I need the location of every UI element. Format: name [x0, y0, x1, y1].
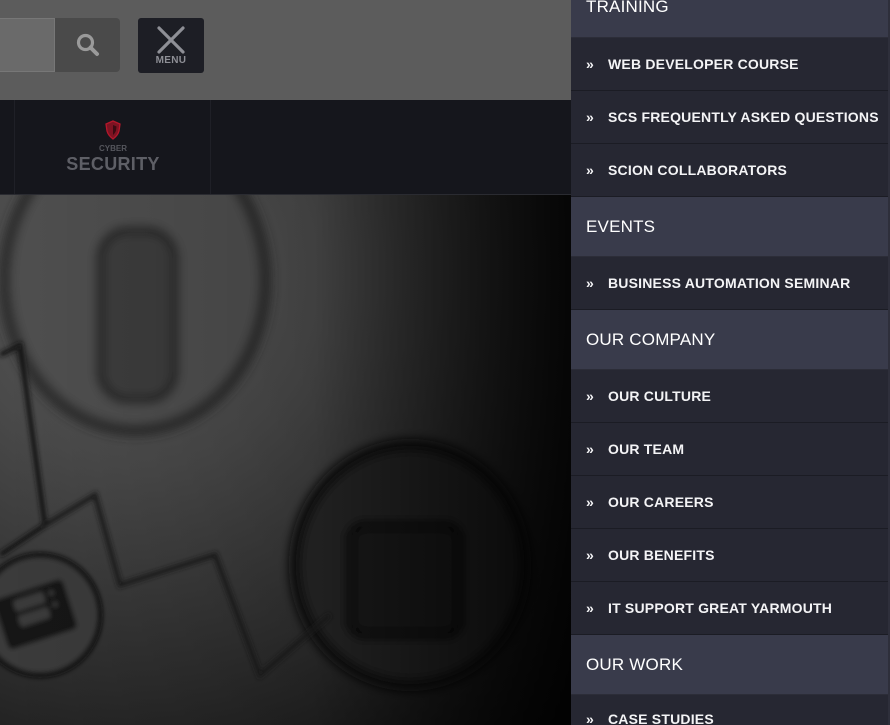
- menu-item-label: CASE STUDIES: [608, 711, 714, 725]
- search-input[interactable]: [0, 18, 55, 72]
- menu-item-label: BUSINESS AUTOMATION SEMINAR: [608, 275, 851, 291]
- menu-item-web-developer-course[interactable]: » WEB DEVELOPER COURSE: [571, 38, 888, 91]
- menu-section-training[interactable]: TRAINING: [571, 0, 888, 38]
- bullet-icon: »: [586, 547, 594, 563]
- bullet-icon: »: [586, 162, 594, 178]
- menu-section-title: EVENTS: [586, 216, 656, 236]
- menu-item-label: SCS FREQUENTLY ASKED QUESTIONS: [608, 109, 879, 125]
- bullet-icon: »: [586, 494, 594, 510]
- nav-item-subtitle: CYBER: [98, 143, 127, 153]
- bullet-icon: »: [586, 711, 594, 725]
- menu-item-business-automation-seminar[interactable]: » BUSINESS AUTOMATION SEMINAR: [571, 257, 888, 310]
- menu-section-our-company[interactable]: OUR COMPANY: [571, 310, 888, 370]
- site-header: MENU: [0, 0, 571, 100]
- bullet-icon: »: [586, 109, 594, 125]
- menu-section-title: OUR COMPANY: [586, 329, 716, 349]
- menu-section-title: TRAINING: [586, 0, 669, 16]
- nav-divider: [210, 100, 211, 194]
- menu-item-scion-collaborators[interactable]: » SCION COLLABORATORS: [571, 144, 888, 197]
- menu-item-case-studies[interactable]: » CASE STUDIES: [571, 695, 888, 725]
- search-icon: [76, 33, 99, 56]
- menu-close-button[interactable]: MENU: [138, 18, 204, 73]
- menu-item-label: OUR CULTURE: [608, 388, 712, 404]
- bullet-icon: »: [586, 441, 594, 457]
- menu-item-label: SCION COLLABORATORS: [608, 162, 788, 178]
- bullet-icon: »: [586, 388, 594, 404]
- bullet-icon: »: [586, 56, 594, 72]
- side-menu-panel: TRAINING » WEB DEVELOPER COURSE » SCS FR…: [571, 0, 890, 725]
- menu-section-events[interactable]: EVENTS: [571, 197, 888, 257]
- main-navbar: CYBER SECURITY: [0, 100, 571, 195]
- menu-item-label: WEB DEVELOPER COURSE: [608, 56, 799, 72]
- menu-item-our-benefits[interactable]: » OUR BENEFITS: [571, 529, 888, 582]
- nav-item-cyber-security[interactable]: CYBER SECURITY: [16, 100, 210, 194]
- bullet-icon: »: [586, 600, 594, 616]
- close-icon: [157, 25, 185, 54]
- bullet-icon: »: [586, 275, 594, 291]
- menu-item-it-support-great-yarmouth[interactable]: » IT SUPPORT GREAT YARMOUTH: [571, 582, 888, 635]
- menu-item-scs-faq[interactable]: » SCS FREQUENTLY ASKED QUESTIONS: [571, 91, 888, 144]
- menu-item-our-culture[interactable]: » OUR CULTURE: [571, 370, 888, 423]
- menu-item-label: OUR CAREERS: [608, 494, 714, 510]
- nav-divider: [14, 100, 15, 194]
- menu-item-label: IT SUPPORT GREAT YARMOUTH: [608, 600, 833, 616]
- search-button[interactable]: [55, 18, 120, 72]
- hero-image: [0, 195, 571, 725]
- menu-item-label: OUR TEAM: [608, 441, 685, 457]
- nav-item-title: SECURITY: [66, 153, 160, 174]
- menu-item-our-careers[interactable]: » OUR CAREERS: [571, 476, 888, 529]
- menu-item-our-team[interactable]: » OUR TEAM: [571, 423, 888, 476]
- hero-overlay: [0, 195, 571, 725]
- menu-section-title: OUR WORK: [586, 654, 683, 674]
- menu-section-our-work[interactable]: OUR WORK: [571, 635, 888, 695]
- shield-icon: [105, 119, 121, 140]
- menu-label: MENU: [155, 54, 187, 66]
- menu-item-label: OUR BENEFITS: [608, 547, 715, 563]
- page-background: MENU CYBER SECURITY: [0, 0, 571, 725]
